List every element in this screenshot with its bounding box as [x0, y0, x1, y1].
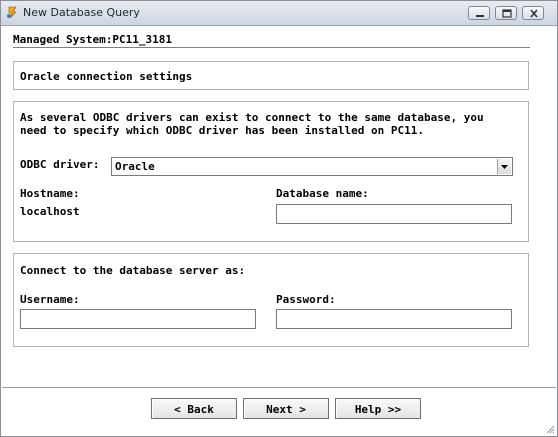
username-input[interactable]: [20, 309, 256, 329]
footer-divider: [2, 387, 556, 388]
minimize-icon: [476, 15, 484, 17]
driver-description-line2: need to specify which ODBC driver has be…: [20, 124, 424, 137]
odbc-driver-value: Oracle: [115, 160, 155, 173]
password-label: Password:: [276, 293, 336, 306]
hostname-value: localhost: [20, 205, 80, 218]
database-name-input[interactable]: [276, 204, 512, 224]
next-button[interactable]: Next >: [243, 398, 329, 419]
maximize-button[interactable]: [495, 6, 517, 20]
database-name-label: Database name:: [276, 187, 369, 200]
dialog-window: New Database Query Managed System:PC11_3…: [0, 0, 558, 437]
managed-system-label: Managed System:PC11_3181: [13, 33, 172, 46]
back-button[interactable]: < Back: [151, 398, 237, 419]
driver-description-line1: As several ODBC drivers can exist to con…: [20, 111, 484, 124]
app-icon: [6, 6, 19, 19]
help-button[interactable]: Help >>: [335, 398, 421, 419]
hostname-label: Hostname:: [20, 187, 80, 200]
username-label: Username:: [20, 293, 80, 306]
close-button[interactable]: [522, 6, 544, 20]
credentials-panel: Connect to the database server as: Usern…: [13, 253, 529, 347]
credentials-heading: Connect to the database server as:: [20, 264, 246, 277]
resize-grip-icon[interactable]: [545, 424, 555, 434]
title-bar[interactable]: New Database Query: [1, 1, 557, 26]
password-input[interactable]: [276, 309, 512, 329]
chevron-down-icon: [501, 165, 508, 169]
driver-settings-panel: As several ODBC drivers can exist to con…: [13, 101, 529, 242]
odbc-driver-select[interactable]: Oracle: [111, 157, 513, 176]
section-title-panel: Oracle connection settings: [13, 61, 529, 90]
minimize-button[interactable]: [468, 6, 490, 20]
header-divider: [13, 47, 530, 49]
dropdown-arrow-button[interactable]: [497, 159, 511, 174]
maximize-icon: [502, 9, 512, 18]
close-icon: [530, 9, 538, 18]
odbc-driver-label: ODBC driver:: [20, 158, 100, 171]
section-title: Oracle connection settings: [20, 70, 193, 83]
window-title: New Database Query: [23, 6, 140, 19]
